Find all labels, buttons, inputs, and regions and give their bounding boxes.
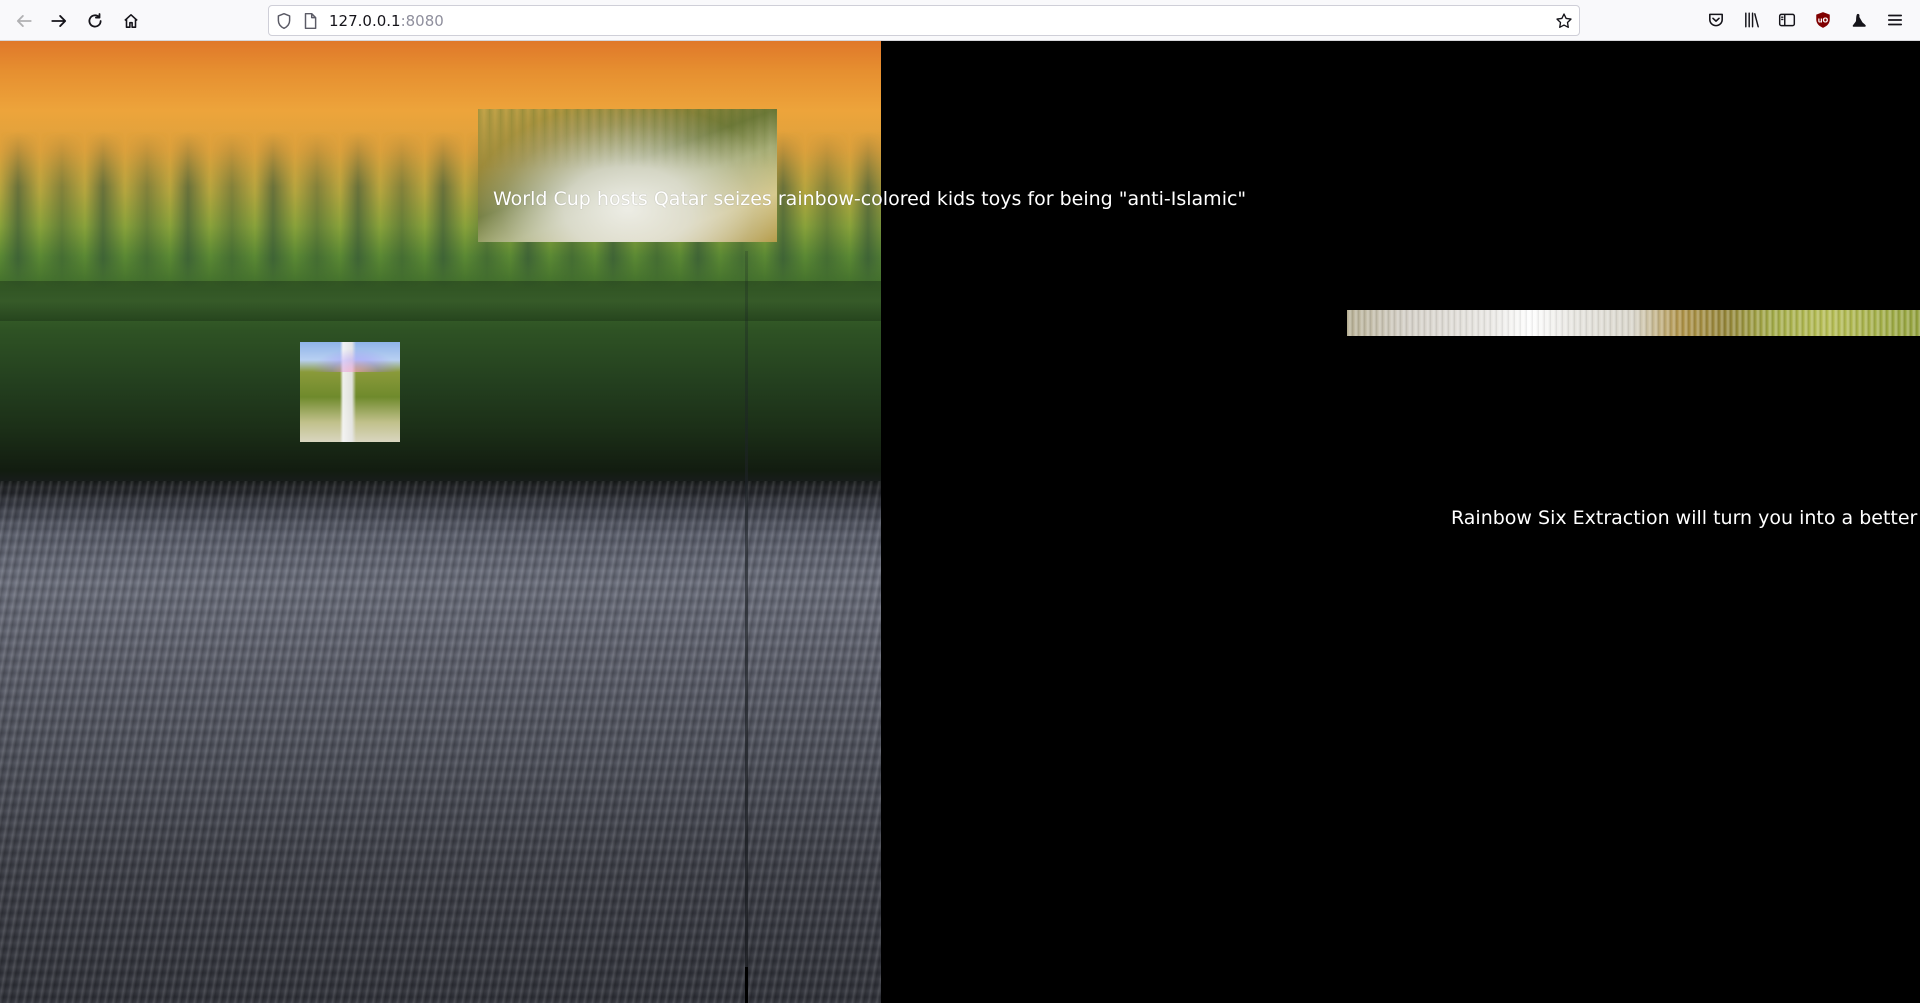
reload-button[interactable] xyxy=(82,8,108,34)
url-text[interactable]: 127.0.0.1:8080 xyxy=(329,12,444,30)
vertical-line-decoration xyxy=(745,251,748,1003)
hamburger-menu-icon xyxy=(1887,14,1903,26)
ublock-origin-button[interactable]: uO xyxy=(1812,9,1834,31)
home-button[interactable] xyxy=(118,8,144,34)
forward-button[interactable] xyxy=(46,8,72,34)
headline-link[interactable]: World Cup hosts Qatar seizes rainbow-col… xyxy=(493,188,1246,210)
sidebar-button[interactable] xyxy=(1776,9,1798,31)
pocket-icon xyxy=(1709,13,1723,27)
extension-button[interactable] xyxy=(1848,9,1870,31)
vertical-line-end-decoration xyxy=(745,967,748,1003)
library-icon xyxy=(1745,12,1759,28)
pocket-button[interactable] xyxy=(1705,9,1727,31)
library-button[interactable] xyxy=(1741,9,1763,31)
grass-band-decoration xyxy=(0,281,881,321)
svg-text:uO: uO xyxy=(1818,17,1829,25)
sidebar-icon xyxy=(1778,13,1796,27)
waterfall-thumbnail-image xyxy=(300,342,400,442)
forward-arrow-icon xyxy=(51,15,67,27)
ublock-origin-icon: uO xyxy=(1816,12,1830,28)
back-arrow-icon xyxy=(16,15,32,27)
url-host: 127.0.0.1 xyxy=(329,12,401,30)
waterfall-mist-image xyxy=(478,109,777,242)
headline-link[interactable]: Rainbow Six Extraction will turn you int… xyxy=(1451,507,1917,529)
bookmark-star-icon[interactable] xyxy=(1555,12,1573,30)
home-icon xyxy=(124,14,138,28)
tracking-protection-shield-icon[interactable] xyxy=(275,12,293,30)
address-bar[interactable]: 127.0.0.1:8080 xyxy=(268,5,1580,36)
reload-icon xyxy=(88,13,102,28)
back-button[interactable] xyxy=(11,8,37,34)
browser-toolbar: 127.0.0.1:8080 uO xyxy=(0,0,1920,41)
waterfall-strip-image xyxy=(1347,310,1920,336)
extension-icon xyxy=(1852,13,1866,27)
page-viewport: World Cup hosts Qatar seizes rainbow-col… xyxy=(0,41,1920,1003)
app-menu-button[interactable] xyxy=(1884,9,1906,31)
water-ripple-decoration xyxy=(0,481,881,1003)
page-info-icon[interactable] xyxy=(301,12,319,30)
url-port: :8080 xyxy=(400,12,444,30)
